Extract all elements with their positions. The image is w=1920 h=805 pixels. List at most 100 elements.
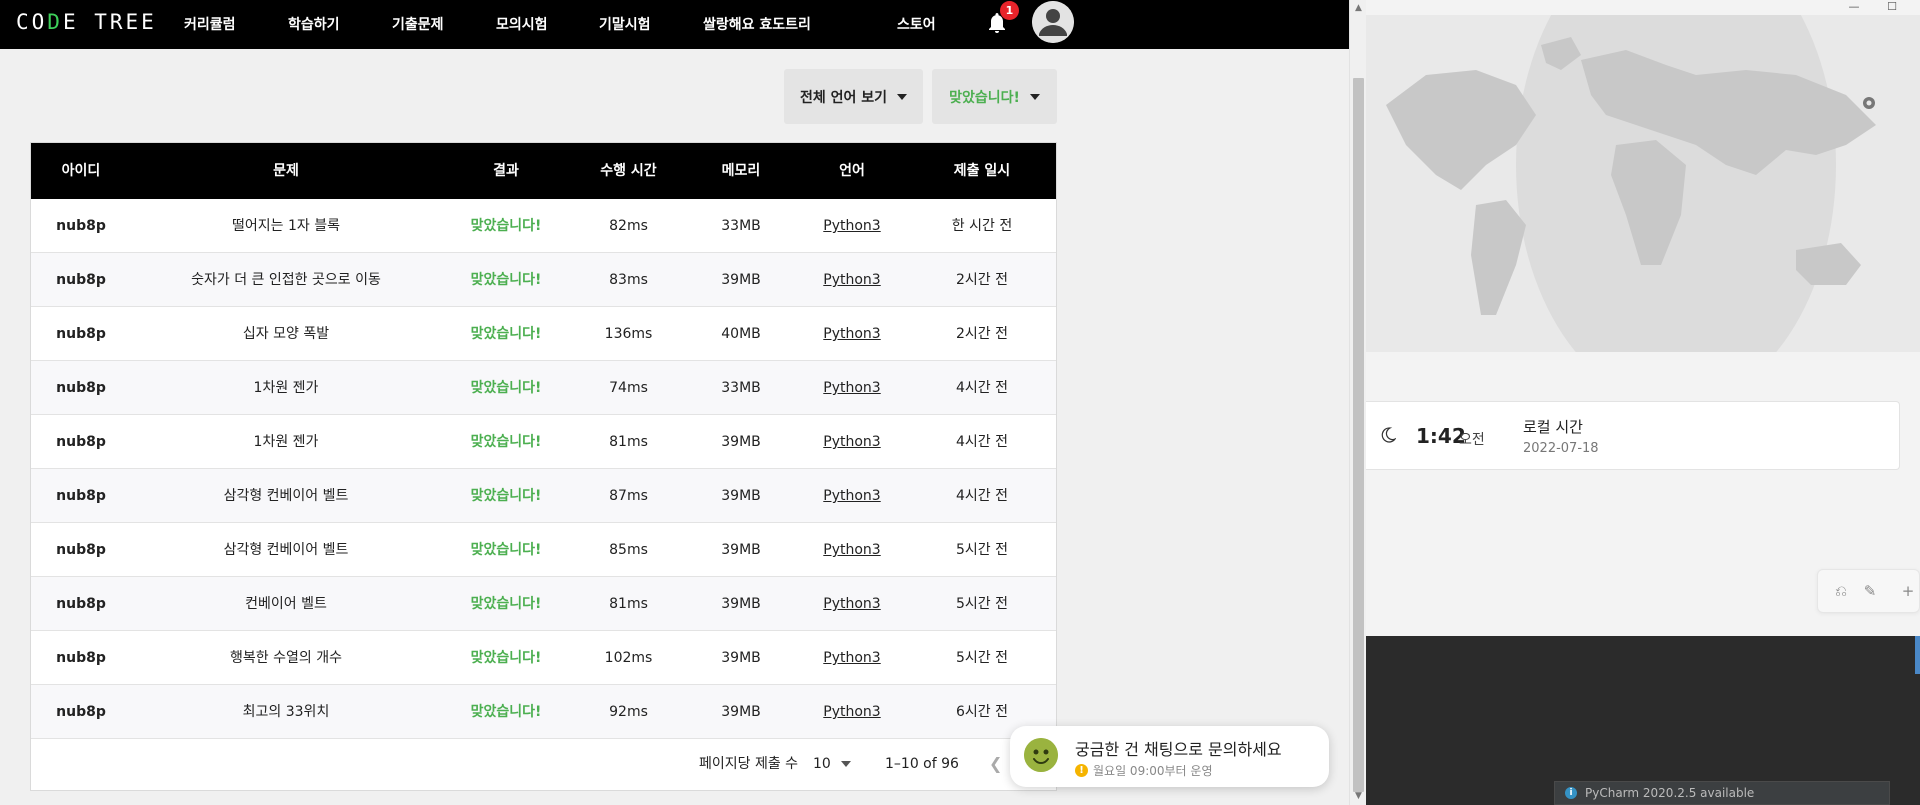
language-filter-dropdown[interactable]: 전체 언어 보기 bbox=[784, 69, 923, 124]
cell-submitted: 5시간 전 bbox=[956, 542, 1008, 558]
language-filter-label: 전체 언어 보기 bbox=[799, 89, 888, 106]
cell-language-link[interactable]: Python3 bbox=[796, 631, 908, 685]
clock-date: 2022-07-18 bbox=[1523, 441, 1599, 456]
cell-problem[interactable]: 최고의 33위치 bbox=[131, 685, 441, 739]
cell-language-link[interactable]: Python3 bbox=[796, 361, 908, 415]
cell-language-link[interactable]: Python3 bbox=[796, 253, 908, 307]
cell-submitted: 2시간 전 bbox=[956, 326, 1008, 342]
cell-problem[interactable]: 떨어지는 1자 블록 bbox=[131, 199, 441, 253]
logo-text-1: CO bbox=[16, 10, 48, 34]
cell-language-link[interactable]: Python3 bbox=[796, 577, 908, 631]
cell-problem[interactable]: 숫자가 더 큰 인접한 곳으로 이동 bbox=[131, 253, 441, 307]
chevron-left-icon[interactable]: ❮ bbox=[989, 737, 1002, 791]
cell-time: 81ms bbox=[609, 434, 648, 450]
page-scrollbar[interactable]: ▲ ▼ bbox=[1349, 0, 1366, 805]
table-row[interactable]: nub8p 떨어지는 1자 블록 맞았습니다! 82ms 33MB Python3 한 시간… bbox=[31, 199, 1056, 253]
cell-id: nub8p bbox=[56, 542, 106, 558]
cell-memory: 39MB bbox=[721, 434, 761, 450]
window-minimize-icon[interactable]: — bbox=[1842, 0, 1866, 13]
cell-language-link[interactable]: Python3 bbox=[796, 469, 908, 523]
cell-result: 맞았습니다! bbox=[470, 434, 542, 450]
cell-language-link[interactable]: Python3 bbox=[796, 685, 908, 739]
table-row[interactable]: nub8p 1차원 젠가 맞았습니다! 81ms 39MB Python3 4시간 전 bbox=[31, 415, 1056, 469]
per-page-label: 페이지당 제출 수 bbox=[699, 756, 799, 772]
scroll-up-arrow-icon[interactable]: ▲ bbox=[1350, 0, 1367, 17]
cell-submitted: 5시간 전 bbox=[956, 596, 1008, 612]
browser-viewport: CODE TREE 커리큘럼 학습하기 기출문제 모의시험 기말시험 쌀랑해요 … bbox=[0, 0, 1366, 805]
cell-submitted: 4시간 전 bbox=[956, 488, 1008, 504]
cell-problem[interactable]: 행복한 수열의 개수 bbox=[131, 631, 441, 685]
clock-label: 로컬 시간 bbox=[1523, 418, 1583, 436]
cell-problem[interactable]: 삼각형 컨베이어 벨트 bbox=[131, 523, 441, 577]
table-header: 아이디 문제 결과 수행 시간 메모리 언어 제출 일시 bbox=[31, 143, 1056, 199]
cell-memory: 39MB bbox=[721, 542, 761, 558]
cell-result: 맞았습니다! bbox=[470, 650, 542, 666]
ide-update-notification[interactable]: i PyCharm 2020.2.5 available bbox=[1554, 781, 1890, 805]
cell-memory: 39MB bbox=[721, 488, 761, 504]
cell-time: 81ms bbox=[609, 596, 648, 612]
cell-time: 87ms bbox=[609, 488, 648, 504]
cell-language-link[interactable]: Python3 bbox=[796, 415, 908, 469]
chat-bot-face-icon bbox=[1024, 738, 1058, 772]
edit-icon[interactable]: ✎ bbox=[1860, 581, 1880, 601]
caret-down-icon bbox=[897, 93, 908, 100]
table-row[interactable]: nub8p 1차원 젠가 맞았습니다! 74ms 33MB Python3 4시간 전 bbox=[31, 361, 1056, 415]
table-row[interactable]: nub8p 숫자가 더 큰 인접한 곳으로 이동 맞았습니다! 83ms 39MB Pyt… bbox=[31, 253, 1056, 307]
scroll-down-arrow-icon[interactable]: ▼ bbox=[1350, 788, 1367, 805]
moon-icon bbox=[1381, 427, 1396, 443]
cell-problem[interactable]: 삼각형 컨베이어 벨트 bbox=[131, 469, 441, 523]
cell-problem[interactable]: 십자 모양 폭발 bbox=[131, 307, 441, 361]
codetree-logo[interactable]: CODE TREE bbox=[16, 10, 157, 34]
cell-language-link[interactable]: Python3 bbox=[796, 307, 908, 361]
add-icon[interactable]: + bbox=[1898, 581, 1918, 601]
header-time: 수행 시간 bbox=[600, 163, 657, 179]
nav-learn[interactable]: 학습하기 bbox=[288, 14, 340, 34]
cell-memory: 39MB bbox=[721, 704, 761, 720]
page-range: 1–10 of 96 bbox=[885, 756, 959, 772]
cell-language-link[interactable]: Python3 bbox=[796, 523, 908, 577]
cell-time: 92ms bbox=[609, 704, 648, 720]
window-maximize-icon[interactable]: ☐ bbox=[1880, 0, 1904, 13]
cell-memory: 39MB bbox=[721, 272, 761, 288]
cell-result: 맞았습니다! bbox=[470, 596, 542, 612]
table-row[interactable]: nub8p 컨베이어 벨트 맞았습니다! 81ms 39MB Python3 5시간 전 bbox=[31, 577, 1056, 631]
cell-problem[interactable]: 컨베이어 벨트 bbox=[131, 577, 441, 631]
avatar[interactable] bbox=[1032, 1, 1074, 43]
per-page-select[interactable]: 10 bbox=[813, 737, 851, 791]
caret-down-icon bbox=[840, 761, 851, 767]
cell-id: nub8p bbox=[56, 488, 106, 504]
table-row[interactable]: nub8p 최고의 33위치 맞았습니다! 92ms 39MB Python3 6시간 전 bbox=[31, 685, 1056, 739]
cell-time: 102ms bbox=[604, 650, 653, 666]
cell-time: 85ms bbox=[609, 542, 648, 558]
chat-widget[interactable]: 궁금한 건 채팅으로 문의하세요 ! 월요일 09:00부터 운영 bbox=[1010, 726, 1329, 787]
cell-id: nub8p bbox=[56, 434, 106, 450]
top-navbar: CODE TREE 커리큘럼 학습하기 기출문제 모의시험 기말시험 쌀랑해요 … bbox=[0, 0, 1349, 49]
table-row[interactable]: nub8p 삼각형 컨베이어 벨트 맞았습니다! 87ms 39MB Python3 4시간… bbox=[31, 469, 1056, 523]
compare-icon[interactable]: ⎌ bbox=[1831, 581, 1851, 601]
cell-id: nub8p bbox=[56, 218, 106, 234]
cell-problem[interactable]: 1차원 젠가 bbox=[131, 415, 441, 469]
nav-mock-exam[interactable]: 모의시험 bbox=[496, 14, 548, 34]
cell-id: nub8p bbox=[56, 272, 106, 288]
ide-notification-text: PyCharm 2020.2.5 available bbox=[1585, 786, 1755, 800]
nav-store[interactable]: 스토어 bbox=[897, 14, 936, 34]
nav-hyodo-tree[interactable]: 쌀랑해요 효도트리 bbox=[703, 14, 811, 34]
local-time-card[interactable]: 1:42 오전 로컬 시간 2022-07-18 bbox=[1366, 401, 1900, 470]
cell-time: 82ms bbox=[609, 218, 648, 234]
chat-title: 궁금한 건 채팅으로 문의하세요 bbox=[1075, 740, 1282, 759]
cell-result: 맞았습니다! bbox=[470, 326, 542, 342]
table-row[interactable]: nub8p 십자 모양 폭발 맞았습니다! 136ms 40MB Python3 2시간 전 bbox=[31, 307, 1056, 361]
cell-time: 83ms bbox=[609, 272, 648, 288]
result-filter-dropdown[interactable]: 맞았습니다! bbox=[932, 69, 1057, 124]
nav-curriculum[interactable]: 커리큘럼 bbox=[184, 14, 236, 34]
table-row[interactable]: nub8p 행복한 수열의 개수 맞았습니다! 102ms 39MB Python3 5시간… bbox=[31, 631, 1056, 685]
clock-app-window: — ☐ 1:42 오전 로컬 시간 2022-07-18 ⎌ ✎ + i PyC… bbox=[1366, 0, 1920, 805]
table-row[interactable]: nub8p 삼각형 컨베이어 벨트 맞았습니다! 85ms 39MB Python3 5시간… bbox=[31, 523, 1056, 577]
scroll-thumb[interactable] bbox=[1353, 78, 1364, 792]
header-memory: 메모리 bbox=[721, 163, 761, 179]
cell-problem[interactable]: 1차원 젠가 bbox=[131, 361, 441, 415]
result-filter-label: 맞았습니다! bbox=[949, 89, 1020, 106]
nav-final-exam[interactable]: 기말시험 bbox=[599, 14, 651, 34]
nav-past-problems[interactable]: 기출문제 bbox=[392, 14, 444, 34]
cell-language-link[interactable]: Python3 bbox=[796, 199, 908, 253]
